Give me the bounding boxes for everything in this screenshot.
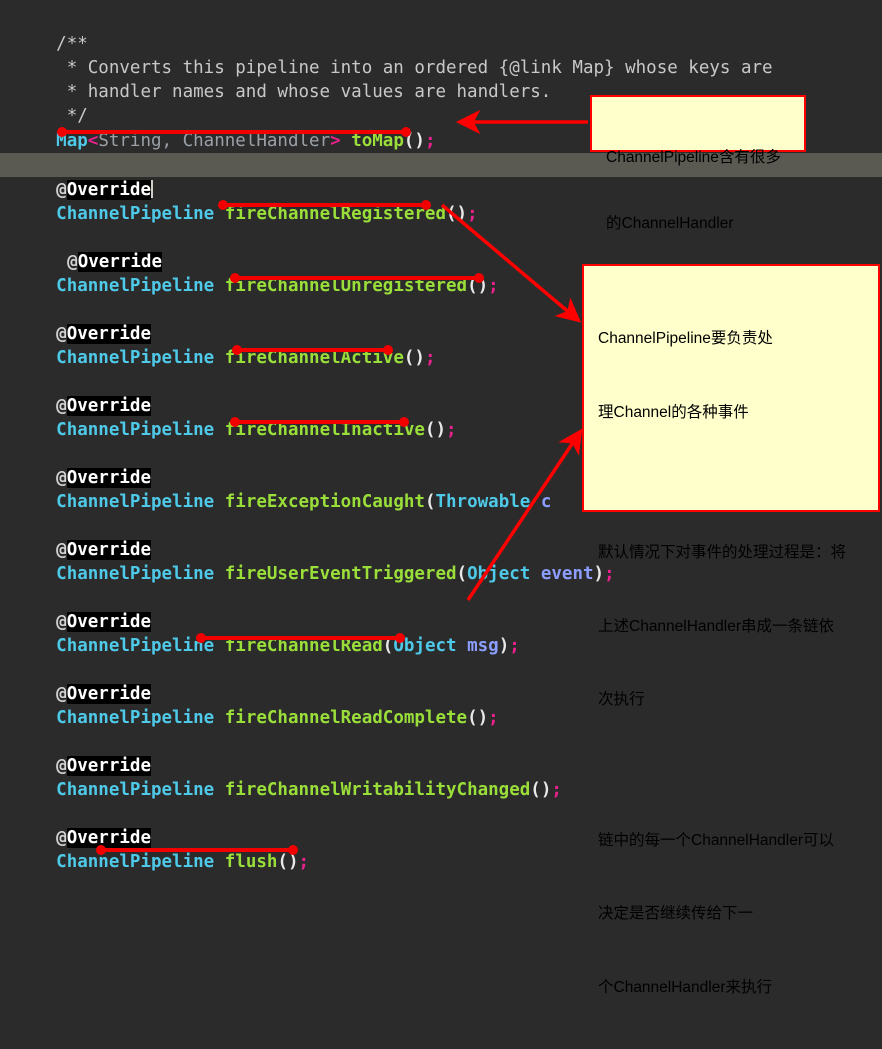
param-type: Object xyxy=(467,564,531,584)
method-name: fireUserEventTriggered xyxy=(224,564,457,584)
param-name: msg xyxy=(467,636,499,656)
note-main-p2-l3: 次执行 xyxy=(598,691,645,708)
note-top-line-1: ChannelPipeline含有很多 xyxy=(606,149,781,166)
method-name: fireChannelReadComplete xyxy=(224,708,468,728)
return-type: ChannelPipeline xyxy=(56,204,215,224)
method-name: fireChannelWritabilityChanged xyxy=(224,780,531,800)
annotation-note-main[interactable]: ChannelPipeline要负责处 理Channel的各种事件 默认情况下对… xyxy=(582,264,880,996)
param-name: c xyxy=(540,492,552,512)
generics-close: > xyxy=(330,131,341,151)
code-editor-pane[interactable]: /** * Converts this pipeline into an ord… xyxy=(0,0,882,996)
underline-marker-tomap xyxy=(57,127,411,137)
return-type: ChannelPipeline xyxy=(56,492,215,512)
parens: () xyxy=(467,708,489,728)
semicolon: ; xyxy=(488,708,499,728)
semicolon: ; xyxy=(424,131,436,151)
method-name: fireChannelRegistered xyxy=(224,204,447,224)
parens: () xyxy=(446,204,468,224)
return-type: ChannelPipeline xyxy=(56,564,215,584)
method-name: flush xyxy=(224,852,278,872)
parens: () xyxy=(277,852,299,872)
paren-open: ( xyxy=(424,492,436,512)
semicolon: ; xyxy=(467,204,478,224)
underline-marker-firechannelread xyxy=(196,633,405,643)
annotation-note-top[interactable]: ChannelPipeline含有很多 的ChannelHandler xyxy=(590,95,806,232)
underline-marker-flush xyxy=(96,845,298,855)
note-main-p1-l1: ChannelPipeline要负责处 xyxy=(598,330,773,347)
param-type: Throwable xyxy=(435,492,531,512)
parens: () xyxy=(424,420,447,440)
note-main-p3-l3: 个ChannelHandler来执行 xyxy=(598,978,773,996)
return-type: ChannelPipeline xyxy=(56,348,215,368)
return-type: ChannelPipeline xyxy=(56,780,215,800)
method-name-tomap: toMap xyxy=(351,131,404,151)
method-name: fireExceptionCaught xyxy=(224,492,425,512)
underline-marker-firechannelregistered xyxy=(218,200,431,210)
note-main-p2-l1: 默认情况下对事件的处理过程是：将 xyxy=(598,544,847,561)
code-line-method-10[interactable]: ChannelPipeline flush(); xyxy=(14,826,309,898)
note-main-p3-l1: 链中的每一个ChannelHandler可以 xyxy=(598,831,835,849)
note-main-p3-l2: 决定是否继续传给下一 xyxy=(598,905,754,922)
note-main-p1-l2: 理Channel的各种事件 xyxy=(598,403,749,421)
semicolon: ; xyxy=(424,348,436,368)
comment-text: * handler names and whose values are han… xyxy=(56,82,552,102)
return-type: ChannelPipeline xyxy=(56,276,215,296)
generics-open: < xyxy=(87,131,99,151)
paren-open: ( xyxy=(456,564,468,584)
return-type: ChannelPipeline xyxy=(56,420,215,440)
note-spacer xyxy=(598,762,870,780)
parens: () xyxy=(530,780,552,800)
underline-marker-firechannelinactive xyxy=(230,417,409,427)
underline-marker-firechannelactive xyxy=(232,345,393,355)
return-type: ChannelPipeline xyxy=(56,708,215,728)
underline-marker-firechannelunregistered xyxy=(230,273,484,283)
return-type: ChannelPipeline xyxy=(56,852,215,872)
parens: () xyxy=(403,348,425,368)
param-name: event xyxy=(540,564,594,584)
note-top-line-2: 的ChannelHandler xyxy=(606,215,734,232)
note-spacer xyxy=(598,474,870,492)
semicolon: ; xyxy=(488,276,499,296)
semicolon: ; xyxy=(509,636,520,656)
semicolon: ; xyxy=(551,780,562,800)
generics-params: String, ChannelHandler xyxy=(98,131,331,151)
semicolon: ; xyxy=(446,420,457,440)
semicolon: ; xyxy=(298,852,310,872)
return-type: ChannelPipeline xyxy=(56,636,215,656)
note-main-p2-l2: 上述ChannelHandler串成一条链依 xyxy=(598,617,835,635)
paren-close: ) xyxy=(498,636,510,656)
